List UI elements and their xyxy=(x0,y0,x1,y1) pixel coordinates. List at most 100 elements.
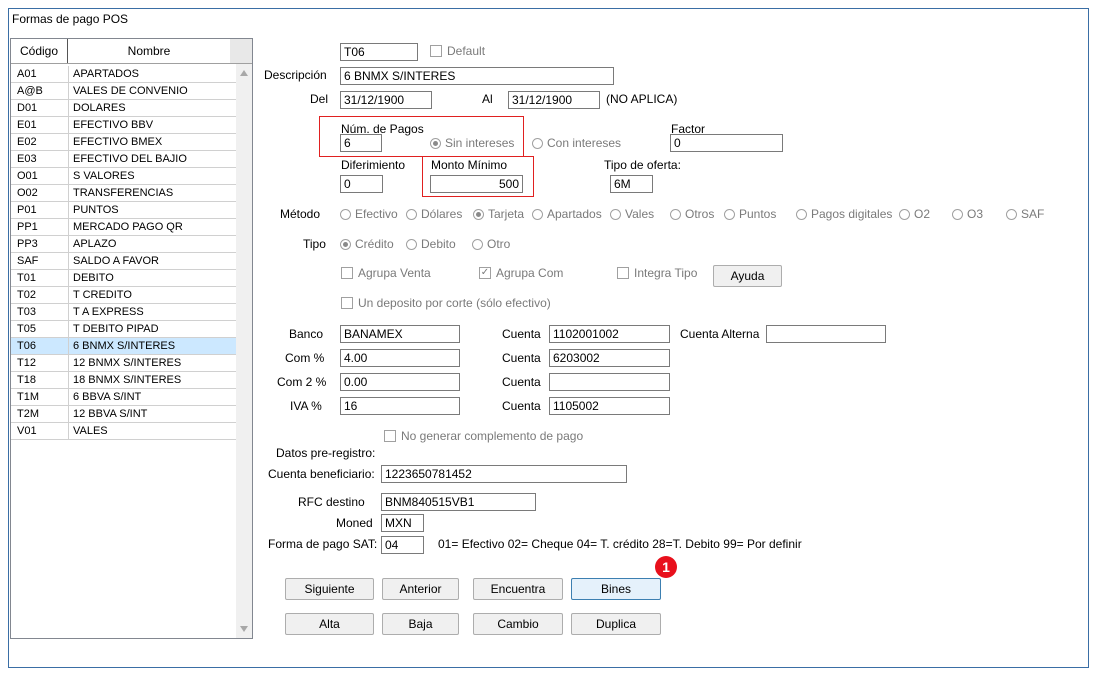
metodo-radio-10[interactable]: SAF xyxy=(1006,207,1044,221)
duplica-button[interactable]: Duplica xyxy=(571,613,661,635)
banco-field[interactable]: BANAMEX xyxy=(340,325,460,343)
table-row[interactable]: PP1 MERCADO PAGO QR xyxy=(11,219,236,236)
table-row[interactable]: P01 PUNTOS xyxy=(11,202,236,219)
sin-intereses-radio[interactable]: Sin intereses xyxy=(430,136,514,150)
metodo-radio-5[interactable]: Otros xyxy=(670,207,714,221)
cuenta-field-2[interactable]: 6203002 xyxy=(549,349,670,367)
cuenta-beneficiario-label: Cuenta beneficiario: xyxy=(268,467,375,481)
table-row[interactable]: E01 EFECTIVO BBV xyxy=(11,117,236,134)
un-deposito-checkbox[interactable]: Un deposito por corte (sólo efectivo) xyxy=(341,296,551,310)
table-row[interactable]: T12 12 BNMX S/INTERES xyxy=(11,355,236,372)
no-aplica-text: (NO APLICA) xyxy=(606,92,678,106)
metodo-radio-6[interactable]: Puntos xyxy=(724,207,776,221)
ayuda-button[interactable]: Ayuda xyxy=(713,265,782,287)
metodo-radio-3[interactable]: Apartados xyxy=(532,207,602,221)
row-code: T1M xyxy=(11,389,69,405)
monto-minimo-field[interactable]: 500 xyxy=(430,175,523,193)
num-pagos-field[interactable]: 6 xyxy=(340,134,382,152)
row-code: E02 xyxy=(11,134,69,150)
row-name: EFECTIVO BMEX xyxy=(73,136,163,148)
code-field[interactable]: T06 xyxy=(340,43,418,61)
default-checkbox[interactable]: Default xyxy=(430,44,485,58)
iva-field[interactable]: 16 xyxy=(340,397,460,415)
table-row[interactable]: T02 T CREDITO xyxy=(11,287,236,304)
table-row[interactable]: O02 TRANSFERENCIAS xyxy=(11,185,236,202)
row-name: VALES DE CONVENIO xyxy=(73,85,188,97)
baja-button[interactable]: Baja xyxy=(382,613,459,635)
radio-icon xyxy=(406,208,417,220)
table-row[interactable]: T01 DEBITO xyxy=(11,270,236,287)
row-name: T DEBITO PIPAD xyxy=(73,323,159,335)
factor-field[interactable]: 0 xyxy=(670,134,783,152)
cuenta-field-3[interactable] xyxy=(549,373,670,391)
metodo-radio-0[interactable]: Efectivo xyxy=(340,207,398,221)
agrupa-venta-checkbox[interactable]: Agrupa Venta xyxy=(341,266,431,280)
table-row[interactable]: T18 18 BNMX S/INTERES xyxy=(11,372,236,389)
integra-tipo-checkbox[interactable]: Integra Tipo xyxy=(617,266,697,280)
list-rows: A01 APARTADOS A@B VALES DE CONVENIO D01 DOLAR… xyxy=(11,66,236,440)
list-scrollbar[interactable] xyxy=(236,64,252,638)
column-header-nombre[interactable]: Nombre xyxy=(68,39,230,63)
metodo-radio-7[interactable]: Pagos digitales xyxy=(796,207,892,221)
table-row[interactable]: T2M 12 BBVA S/INT xyxy=(11,406,236,423)
con-intereses-radio[interactable]: Con intereses xyxy=(532,136,621,150)
agrupa-com-checkbox[interactable]: ✓ Agrupa Com xyxy=(479,266,563,280)
row-code: E01 xyxy=(11,117,69,133)
table-row[interactable]: E02 EFECTIVO BMEX xyxy=(11,134,236,151)
row-name: PUNTOS xyxy=(73,204,119,216)
cuenta-beneficiario-field[interactable]: 1223650781452 xyxy=(381,465,627,483)
table-row[interactable]: A@B VALES DE CONVENIO xyxy=(11,83,236,100)
diferimiento-field[interactable]: 0 xyxy=(340,175,383,193)
tipo-radio-1[interactable]: Debito xyxy=(406,237,456,251)
table-row[interactable]: PP3 APLAZO xyxy=(11,236,236,253)
table-row[interactable]: T03 T A EXPRESS xyxy=(11,304,236,321)
forma-pago-sat-field[interactable]: 04 xyxy=(381,536,424,554)
metodo-radio-4[interactable]: Vales xyxy=(610,207,654,221)
row-code: E03 xyxy=(11,151,69,167)
tipo-radio-label: Otro xyxy=(487,237,511,251)
table-row[interactable]: SAF SALDO A FAVOR xyxy=(11,253,236,270)
column-header-codigo[interactable]: Código xyxy=(11,39,68,63)
payment-methods-list[interactable]: Código Nombre A01 APARTADOS A@B VALES DE CO… xyxy=(10,38,253,639)
table-row[interactable]: O01 S VALORES xyxy=(11,168,236,185)
bines-button[interactable]: Bines xyxy=(571,578,661,600)
cuenta-field-1[interactable]: 1102001002 xyxy=(549,325,670,343)
scroll-up-icon[interactable] xyxy=(240,70,248,76)
tipo-radio-0[interactable]: Crédito xyxy=(340,237,394,251)
cambio-button[interactable]: Cambio xyxy=(473,613,563,635)
table-row[interactable]: T1M 6 BBVA S/INT xyxy=(11,389,236,406)
alta-button[interactable]: Alta xyxy=(285,613,374,635)
scroll-down-icon[interactable] xyxy=(240,626,248,632)
tipo-radio-2[interactable]: Otro xyxy=(472,237,510,251)
row-code: O02 xyxy=(11,185,69,201)
table-row[interactable]: V01 VALES xyxy=(11,423,236,440)
table-row[interactable]: T05 T DEBITO PIPAD xyxy=(11,321,236,338)
table-row[interactable]: A01 APARTADOS xyxy=(11,66,236,83)
metodo-radio-2[interactable]: Tarjeta xyxy=(473,207,524,221)
checkbox-icon xyxy=(341,267,353,279)
radio-icon xyxy=(1006,208,1017,220)
table-row[interactable]: E03 EFECTIVO DEL BAJIO xyxy=(11,151,236,168)
metodo-radio-9[interactable]: O3 xyxy=(952,207,983,221)
metodo-radio-8[interactable]: O2 xyxy=(899,207,930,221)
row-code: T01 xyxy=(11,270,69,286)
anterior-button[interactable]: Anterior xyxy=(382,578,459,600)
rfc-destino-field[interactable]: BNM840515VB1 xyxy=(381,493,536,511)
com2-field[interactable]: 0.00 xyxy=(340,373,460,391)
cuenta-alterna-field[interactable] xyxy=(766,325,886,343)
descripcion-field[interactable]: 6 BNMX S/INTERES xyxy=(340,67,614,85)
moned-field[interactable]: MXN xyxy=(381,514,424,532)
al-date-field[interactable]: 31/12/1900 xyxy=(508,91,600,109)
table-row[interactable]: D01 DOLARES xyxy=(11,100,236,117)
siguiente-button[interactable]: Siguiente xyxy=(285,578,374,600)
encuentra-button[interactable]: Encuentra xyxy=(473,578,563,600)
tipo-oferta-field[interactable]: 6M xyxy=(610,175,653,193)
monto-minimo-label: Monto Mínimo xyxy=(431,158,508,172)
cuenta-label-1: Cuenta xyxy=(502,327,541,341)
metodo-radio-1[interactable]: Dólares xyxy=(406,207,462,221)
no-generar-checkbox[interactable]: No generar complemento de pago xyxy=(384,429,583,443)
table-row[interactable]: T06 6 BNMX S/INTERES xyxy=(11,338,236,355)
com-field[interactable]: 4.00 xyxy=(340,349,460,367)
cuenta-field-4[interactable]: 1105002 xyxy=(549,397,670,415)
del-date-field[interactable]: 31/12/1900 xyxy=(340,91,432,109)
